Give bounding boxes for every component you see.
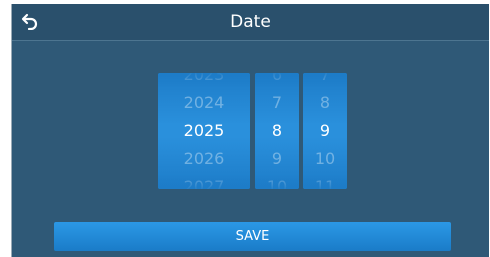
- month-option[interactable]: 6: [255, 73, 299, 85]
- year-option[interactable]: 2024: [158, 93, 250, 113]
- month-option[interactable]: 7: [255, 93, 299, 113]
- day-option[interactable]: 11: [303, 177, 347, 189]
- header-bar: Date: [12, 4, 489, 41]
- day-option-selected[interactable]: 9: [303, 121, 347, 141]
- year-picker[interactable]: 2023 2024 2025 2026 2027: [158, 73, 250, 189]
- day-picker[interactable]: 7 8 9 10 11: [303, 73, 347, 189]
- day-option[interactable]: 7: [303, 73, 347, 85]
- year-option-selected[interactable]: 2025: [158, 121, 250, 141]
- day-option[interactable]: 8: [303, 93, 347, 113]
- day-option[interactable]: 10: [303, 149, 347, 169]
- page-title: Date: [230, 12, 271, 32]
- year-option[interactable]: 2023: [158, 73, 250, 85]
- year-option[interactable]: 2027: [158, 177, 250, 189]
- date-screen: Date 2023 2024 2025 2026 2027 6 7 8 9 10…: [11, 4, 489, 257]
- year-option[interactable]: 2026: [158, 149, 250, 169]
- month-option-selected[interactable]: 8: [255, 121, 299, 141]
- month-option[interactable]: 10: [255, 177, 299, 189]
- save-button[interactable]: SAVE: [54, 222, 451, 251]
- month-option[interactable]: 9: [255, 149, 299, 169]
- month-picker[interactable]: 6 7 8 9 10: [255, 73, 299, 189]
